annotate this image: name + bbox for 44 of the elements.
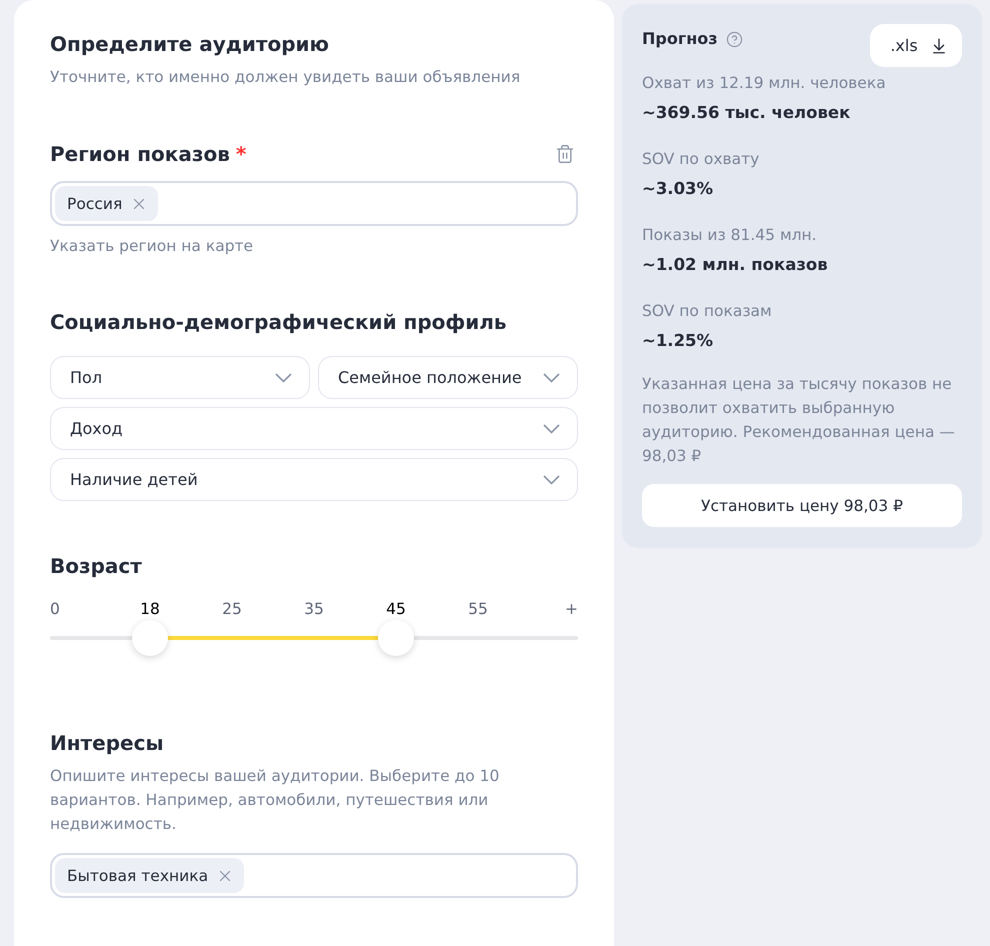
scale-label: 55 [468,599,488,619]
chevron-down-icon [543,474,560,484]
scale-label: 35 [304,599,324,619]
tag-label: Бытовая техника [67,866,208,884]
stat-label: Охват из 12.19 млн. человека [642,73,887,94]
select-dropdown[interactable]: Доход [50,407,578,450]
panel-title: Прогноз [642,28,718,50]
tag-label: Россия [67,194,122,212]
scale-label: 45 [386,599,406,619]
stat-value: ~3.03% [642,178,714,200]
stat-value: ~1.25% [642,330,714,352]
map-region-link[interactable]: Указать регион на карте [50,236,254,256]
section-description: Опишите интересы вашей аудитории. Выберите до 10 вариантов. Например, автомобили, путешествия или недвижимость. [50,766,500,835]
select-dropdown[interactable]: Наличие детей [50,458,578,501]
scale-label: 25 [222,599,242,619]
trash-icon[interactable] [555,144,575,164]
stat-value: ~369.56 тыс. человек [642,102,852,124]
section-title: Возраст [50,553,143,580]
stat-label: Показы из 81.45 млн. [642,225,818,246]
select-dropdown[interactable]: Семейное положение [318,356,578,399]
chevron-down-icon [543,424,560,434]
stat-label: SOV по показам [642,301,773,322]
section-title: Регион показов * [50,141,246,168]
export-button[interactable]: .xls [870,24,962,67]
scale-label: + [565,599,578,619]
stat-label: SOV по охвату [642,149,760,170]
section-subtitle: Уточните, кто именно должен увидеть ваши объявления [50,67,522,88]
price-notice: Указанная цена за тысячу показов не позволит охватить выбранную аудиторию. Рекомендованная цена — 98,03 ₽ [642,374,956,467]
set-price-button[interactable]: Установить цену 98,03 ₽ [642,484,962,527]
stat-value: ~1.02 млн. показов [642,254,829,276]
chevron-down-icon [543,372,560,382]
section-title: Интересы [50,730,165,757]
slider-thumb[interactable] [132,620,168,656]
select-dropdown[interactable]: Пол [50,356,310,399]
section-title: Социально-демографический профиль [50,309,508,336]
section-title: Определите аудиторию [50,31,330,58]
scale-label: 18 [140,599,160,619]
tag-input-field[interactable]: Россия [50,181,578,226]
chevron-down-icon [275,372,292,382]
age-range-slider[interactable] [50,620,578,656]
tag-input-field[interactable]: Бытовая техника [50,853,578,898]
scale-label: 0 [50,599,60,619]
help-icon[interactable] [726,30,743,48]
slider-thumb[interactable] [378,620,414,656]
